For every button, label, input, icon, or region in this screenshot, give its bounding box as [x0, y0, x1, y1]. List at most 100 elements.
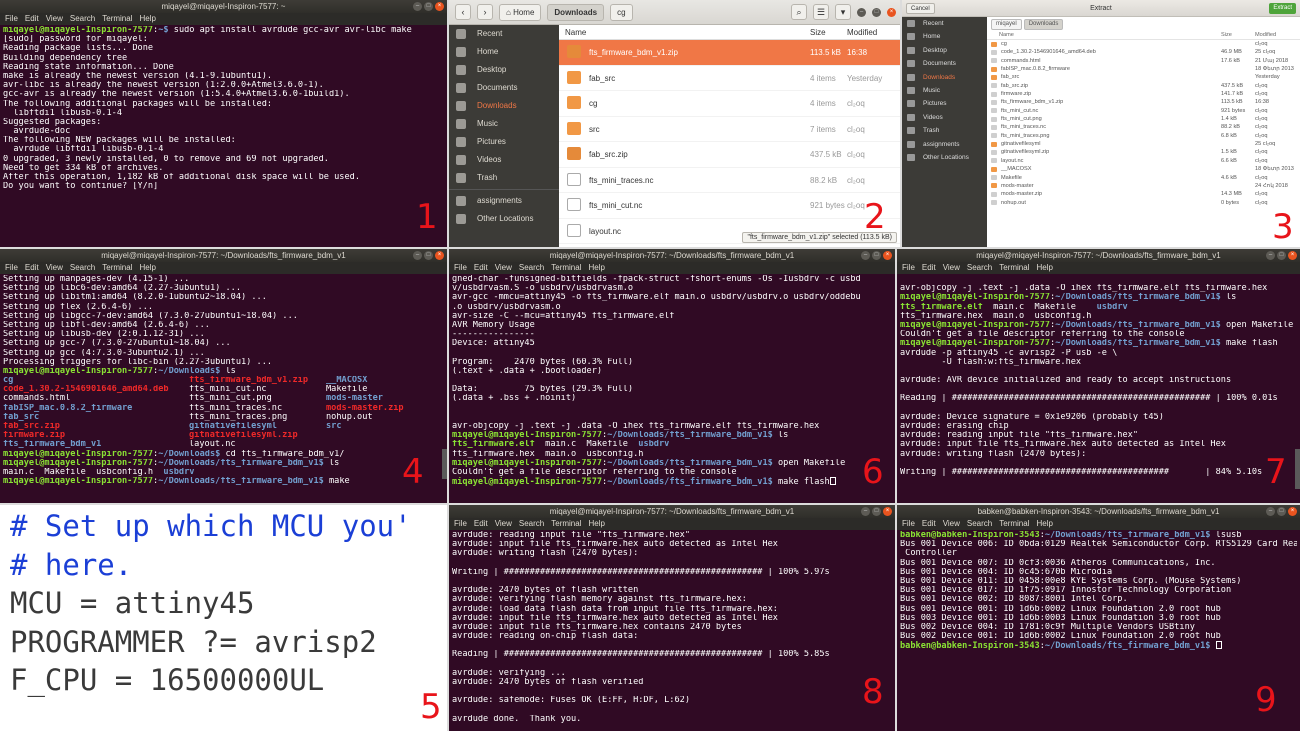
menu-item-help[interactable]: Help [1036, 263, 1052, 272]
file-row[interactable]: mods-master.zip 14.3 MB cl₂oq [987, 190, 1300, 198]
file-row[interactable]: gitnativefilesyml.zip 1.5 kB cl₂oq [987, 148, 1300, 156]
sidebar-item-music[interactable]: Music [449, 115, 559, 133]
terminal-output[interactable]: avrdude: reading input file "fts_firmwar… [449, 530, 895, 731]
forward-icon[interactable]: › [477, 4, 493, 20]
file-row[interactable]: fts_mini_traces.png 6.8 kB cl₂oq [987, 132, 1300, 140]
close-icon[interactable]: × [435, 2, 444, 11]
menu-item-help[interactable]: Help [139, 14, 155, 23]
menu-item-edit[interactable]: Edit [922, 519, 936, 528]
sidebar-item-downloads[interactable]: Downloads [902, 71, 987, 84]
column-modified[interactable]: Modified [847, 25, 877, 40]
menu-item-view[interactable]: View [495, 263, 512, 272]
breadcrumb-downloads[interactable]: Downloads [547, 3, 605, 21]
menu-item-edit[interactable]: Edit [25, 263, 39, 272]
terminal-output[interactable]: Setting up manpages-dev (4.15-1) ... Sett… [0, 274, 447, 487]
maximize-icon[interactable]: □ [872, 251, 881, 260]
menu-item-edit[interactable]: Edit [474, 519, 488, 528]
sidebar-item-home[interactable]: Home [449, 43, 559, 61]
terminal-output[interactable]: babken@babken-Inspiron-3543:~/Downloads/… [897, 530, 1300, 651]
file-row[interactable]: fts_firmware_bdm_v1.zip 113.5 kB 16:38 [559, 40, 900, 66]
menu-item-view[interactable]: View [495, 519, 512, 528]
file-row[interactable]: fts_mini_cut.png 1.4 kB cl₂oq [987, 115, 1300, 123]
terminal-output[interactable]: avr-objcopy -j .text -j .data -O ihex ft… [897, 274, 1300, 478]
maximize-icon[interactable]: □ [424, 251, 433, 260]
minimize-icon[interactable]: – [1266, 507, 1275, 516]
file-row[interactable]: gitnativefilesyml 25 cl₂oq [987, 140, 1300, 148]
column-size[interactable]: Size [1221, 31, 1232, 40]
menu-item-terminal[interactable]: Terminal [102, 263, 132, 272]
maximize-icon[interactable]: □ [424, 2, 433, 11]
file-row[interactable]: fab_src.zip 437.5 kB cl₂oq [559, 142, 900, 168]
sidebar-item-music[interactable]: Music [902, 84, 987, 97]
menu-item-edit[interactable]: Edit [474, 263, 488, 272]
sidebar-item-documents[interactable]: Documents [902, 57, 987, 70]
menu-item-search[interactable]: Search [519, 263, 544, 272]
file-row[interactable]: cg cl₂oq [987, 40, 1300, 48]
terminal-output[interactable]: gned-char -funsigned-bitfields -fpack-st… [449, 274, 895, 487]
breadcrumb-cg[interactable]: cg [610, 3, 633, 21]
menu-item-help[interactable]: Help [1036, 519, 1052, 528]
sidebar-item-videos[interactable]: Videos [449, 151, 559, 169]
sidebar-item-recent[interactable]: Recent [902, 17, 987, 30]
file-row[interactable]: nohup.out 0 bytes cl₂oq [987, 199, 1300, 207]
menu-item-help[interactable]: Help [588, 263, 604, 272]
scrollbar[interactable] [1295, 449, 1300, 489]
extract-button[interactable]: Extract [1269, 3, 1296, 14]
sidebar-item-desktop[interactable]: Desktop [902, 44, 987, 57]
menu-item-view[interactable]: View [46, 14, 63, 23]
minimize-icon[interactable]: – [857, 7, 866, 17]
file-row[interactable]: fab_src Yesterday [987, 73, 1300, 81]
sidebar-item-desktop[interactable]: Desktop [449, 61, 559, 79]
sidebar-item-documents[interactable]: Documents [449, 79, 559, 97]
menu-icon[interactable]: ▾ [835, 4, 851, 20]
maximize-icon[interactable]: □ [872, 7, 881, 17]
menu-item-terminal[interactable]: Terminal [551, 519, 581, 528]
breadcrumb-home[interactable]: ⌂ Home [499, 3, 542, 21]
column-name[interactable]: Name [565, 25, 586, 40]
file-row[interactable]: code_1.30.2-1546901646_amd64.deb 46.9 MB 2… [987, 48, 1300, 56]
sidebar-item-home[interactable]: Home [902, 30, 987, 43]
close-icon[interactable]: × [883, 251, 892, 260]
minimize-icon[interactable]: – [1266, 251, 1275, 260]
file-row[interactable]: src 7 items cl₂oq [559, 117, 900, 142]
close-icon[interactable]: × [1288, 507, 1297, 516]
file-row[interactable]: Makefile 4.6 kB cl₂oq [987, 174, 1300, 182]
minimize-icon[interactable]: – [861, 507, 870, 516]
file-row[interactable]: __MACOSX 18 Փետր 2013 [987, 165, 1300, 173]
menu-item-search[interactable]: Search [70, 263, 95, 272]
menu-item-terminal[interactable]: Terminal [999, 519, 1029, 528]
menu-item-search[interactable]: Search [70, 14, 95, 23]
menu-item-file[interactable]: File [902, 263, 915, 272]
maximize-icon[interactable]: □ [1277, 251, 1286, 260]
menu-item-help[interactable]: Help [588, 519, 604, 528]
sidebar-item-videos[interactable]: Videos [902, 111, 987, 124]
scrollbar[interactable] [442, 449, 447, 479]
menu-item-search[interactable]: Search [967, 263, 992, 272]
file-row[interactable]: cg 4 items cl₂oq [559, 91, 900, 117]
sidebar-item-assignments[interactable]: assignments [902, 138, 987, 151]
sidebar-item-trash[interactable]: Trash [449, 169, 559, 187]
sidebar-item-downloads[interactable]: Downloads [449, 97, 559, 115]
close-icon[interactable]: × [883, 507, 892, 516]
file-row[interactable]: fts_mini_cut.nc 921 bytes cl₂oq [987, 107, 1300, 115]
menu-item-search[interactable]: Search [519, 519, 544, 528]
menu-item-edit[interactable]: Edit [25, 14, 39, 23]
menu-item-file[interactable]: File [454, 263, 467, 272]
view-list-icon[interactable]: ☰ [813, 4, 829, 20]
file-row[interactable]: fab_src.zip 437.5 kB cl₂oq [987, 82, 1300, 90]
file-row[interactable]: fabISP_mac.0.8.2_firmware 18 Փետր 2013 [987, 65, 1300, 73]
column-name[interactable]: Name [999, 31, 1014, 40]
sidebar-item-recent[interactable]: Recent [449, 25, 559, 43]
minimize-icon[interactable]: – [861, 251, 870, 260]
menu-item-terminal[interactable]: Terminal [551, 263, 581, 272]
breadcrumb-home[interactable]: miqayel [991, 18, 1022, 30]
cancel-button[interactable]: Cancel [906, 3, 935, 14]
close-icon[interactable]: × [887, 7, 896, 17]
file-row[interactable]: fab_src 4 items Yesterday [559, 66, 900, 91]
file-row[interactable]: fts_mini_cut.nc 921 bytes cl₂oq [559, 193, 900, 219]
menu-item-file[interactable]: File [454, 519, 467, 528]
file-row[interactable]: fts_firmware_bdm_v1.zip 113.5 kB 16:38 [987, 98, 1300, 106]
minimize-icon[interactable]: – [413, 2, 422, 11]
file-row[interactable]: firmware.zip 141.7 kB cl₂oq [987, 90, 1300, 98]
close-icon[interactable]: × [1288, 251, 1297, 260]
